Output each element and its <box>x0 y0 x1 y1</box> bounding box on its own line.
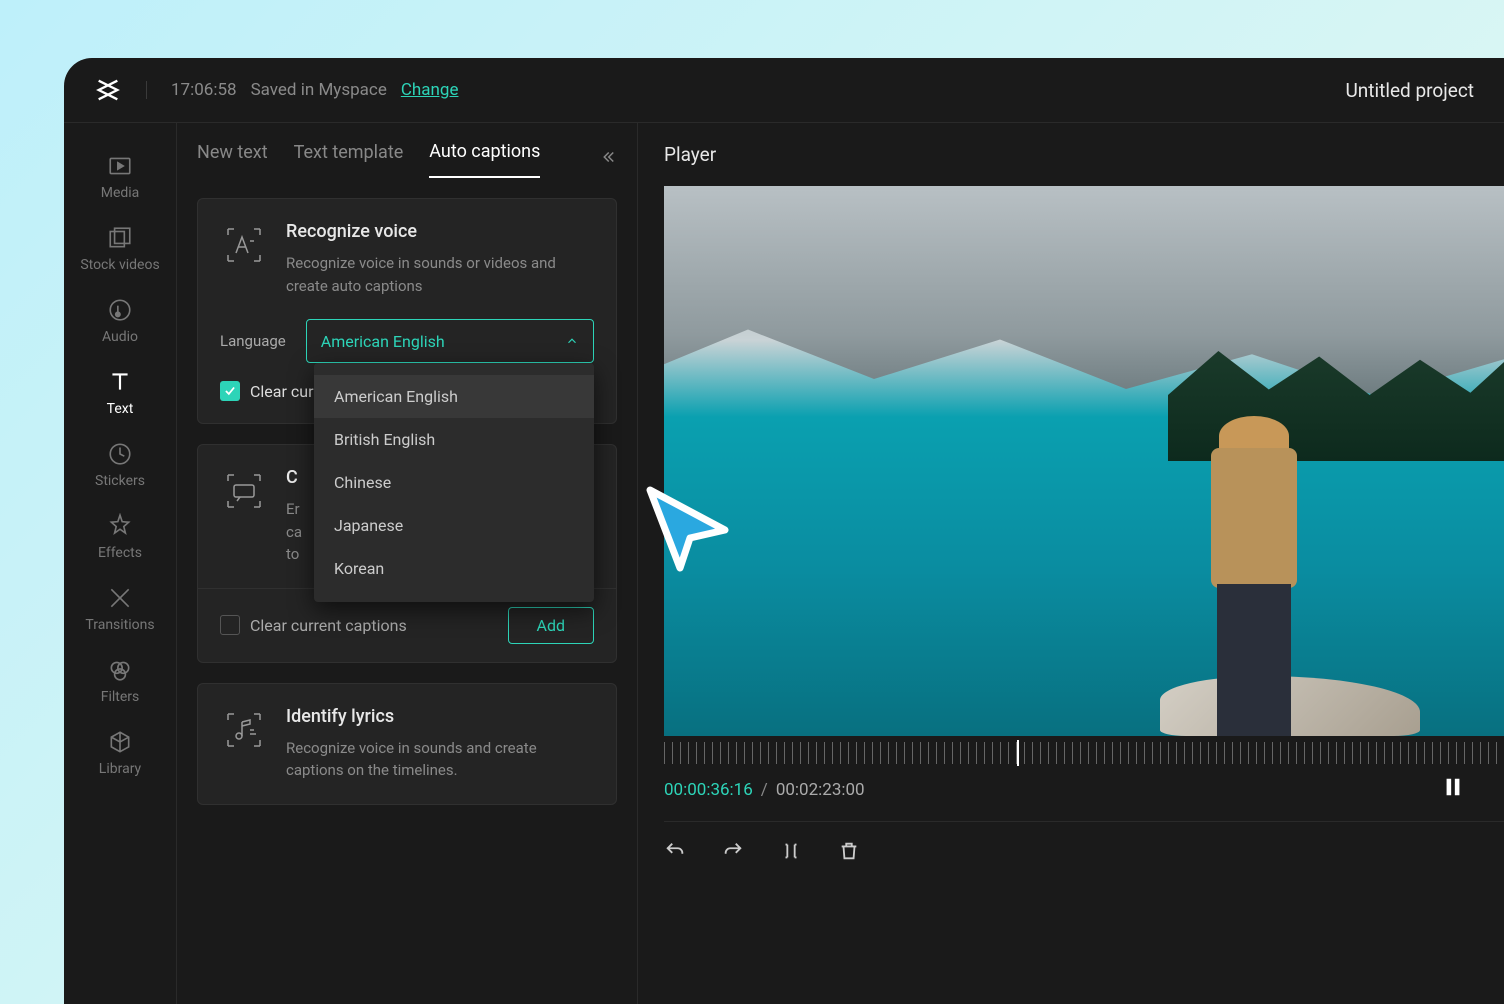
duration-time: 00:02:23:00 <box>776 780 865 800</box>
sidebar-item-label: Audio <box>102 329 138 345</box>
timeline-toolbar <box>664 821 1504 880</box>
recognize-voice-icon <box>220 221 268 269</box>
lyrics-icon <box>220 706 268 754</box>
app-logo[interactable] <box>94 76 122 104</box>
language-option[interactable]: Chinese <box>314 461 594 504</box>
tab-new-text[interactable]: New text <box>197 142 268 177</box>
lyrics-title: Identify lyrics <box>286 706 594 727</box>
sidebar-item-label: Filters <box>101 689 140 705</box>
captions-title: C <box>286 467 302 488</box>
redo-icon[interactable] <box>722 840 744 862</box>
check-icon <box>223 384 237 398</box>
language-label: Language <box>220 332 286 350</box>
language-option[interactable]: British English <box>314 418 594 461</box>
sidebar-item-label: Stock videos <box>80 257 159 273</box>
delete-icon[interactable] <box>838 840 860 862</box>
change-link[interactable]: Change <box>401 80 459 100</box>
identify-lyrics-card: Identify lyrics Recognize voice in sound… <box>197 683 617 805</box>
sidebar-item-label: Stickers <box>95 473 145 489</box>
playhead-marker[interactable] <box>1017 740 1019 766</box>
split-icon[interactable] <box>780 840 802 862</box>
timeline-ruler[interactable] <box>664 742 1504 764</box>
clear-captions-checkbox[interactable] <box>220 381 240 401</box>
app-window: 17:06:58 Saved in Myspace Change Untitle… <box>64 58 1504 1004</box>
sidebar-item-label: Text <box>107 401 134 417</box>
sidebar-item-transitions[interactable]: Transitions <box>64 573 176 645</box>
language-selected: American English <box>321 332 445 351</box>
sidebar: Media Stock videos Audio Text Stickers E… <box>64 122 176 1004</box>
save-location: Saved in Myspace <box>251 80 387 100</box>
topbar: 17:06:58 Saved in Myspace Change Untitle… <box>64 58 1504 122</box>
recognize-voice-card: Recognize voice Recognize voice in sound… <box>197 198 617 424</box>
sidebar-item-audio[interactable]: Audio <box>64 285 176 357</box>
tab-auto-captions[interactable]: Auto captions <box>429 141 540 178</box>
language-option[interactable]: Japanese <box>314 504 594 547</box>
save-time: 17:06:58 <box>171 80 237 100</box>
clear-captions-label-2: Clear current captions <box>250 616 407 635</box>
sidebar-item-label: Transitions <box>85 617 154 633</box>
clear-captions-checkbox-2[interactable] <box>220 615 240 635</box>
sidebar-item-filters[interactable]: Filters <box>64 645 176 717</box>
sidebar-item-label: Effects <box>98 545 142 561</box>
current-time: 00:00:36:16 <box>664 780 753 800</box>
tab-text-template[interactable]: Text template <box>294 142 404 177</box>
language-dropdown-list: American English British English Chinese… <box>314 363 594 602</box>
time-separator: / <box>761 780 768 800</box>
sidebar-item-stickers[interactable]: Stickers <box>64 429 176 501</box>
language-dropdown[interactable]: American English <box>306 319 594 363</box>
sidebar-item-label: Library <box>99 761 141 777</box>
recognize-voice-desc: Recognize voice in sounds or videos and … <box>286 252 594 297</box>
project-title: Untitled project <box>1345 79 1474 102</box>
pause-icon <box>1442 774 1464 800</box>
sidebar-item-effects[interactable]: Effects <box>64 501 176 573</box>
undo-icon[interactable] <box>664 840 686 862</box>
left-panel: New text Text template Auto captions Rec… <box>176 122 638 1004</box>
sidebar-item-media[interactable]: Media <box>64 141 176 213</box>
pause-button[interactable] <box>1442 774 1464 805</box>
sidebar-item-label: Media <box>101 185 140 201</box>
add-button[interactable]: Add <box>508 607 594 644</box>
lyrics-desc: Recognize voice in sounds and create cap… <box>286 737 594 782</box>
divider <box>146 81 147 99</box>
language-option[interactable]: Korean <box>314 547 594 590</box>
chevron-up-icon <box>565 334 579 348</box>
tabs: New text Text template Auto captions <box>177 123 637 178</box>
captions-desc: Ercato <box>286 498 302 566</box>
caption-icon <box>220 467 268 515</box>
recognize-voice-title: Recognize voice <box>286 221 594 242</box>
video-preview[interactable] <box>664 186 1504 736</box>
collapse-panel-icon[interactable] <box>599 148 617 171</box>
sidebar-item-stock-videos[interactable]: Stock videos <box>64 213 176 285</box>
sidebar-item-text[interactable]: Text <box>64 357 176 429</box>
player-title: Player <box>664 143 1504 166</box>
sidebar-item-library[interactable]: Library <box>64 717 176 789</box>
player-panel: Player 00:00:36:16 / 00:02:23:00 <box>638 122 1504 1004</box>
language-option[interactable]: American English <box>314 375 594 418</box>
